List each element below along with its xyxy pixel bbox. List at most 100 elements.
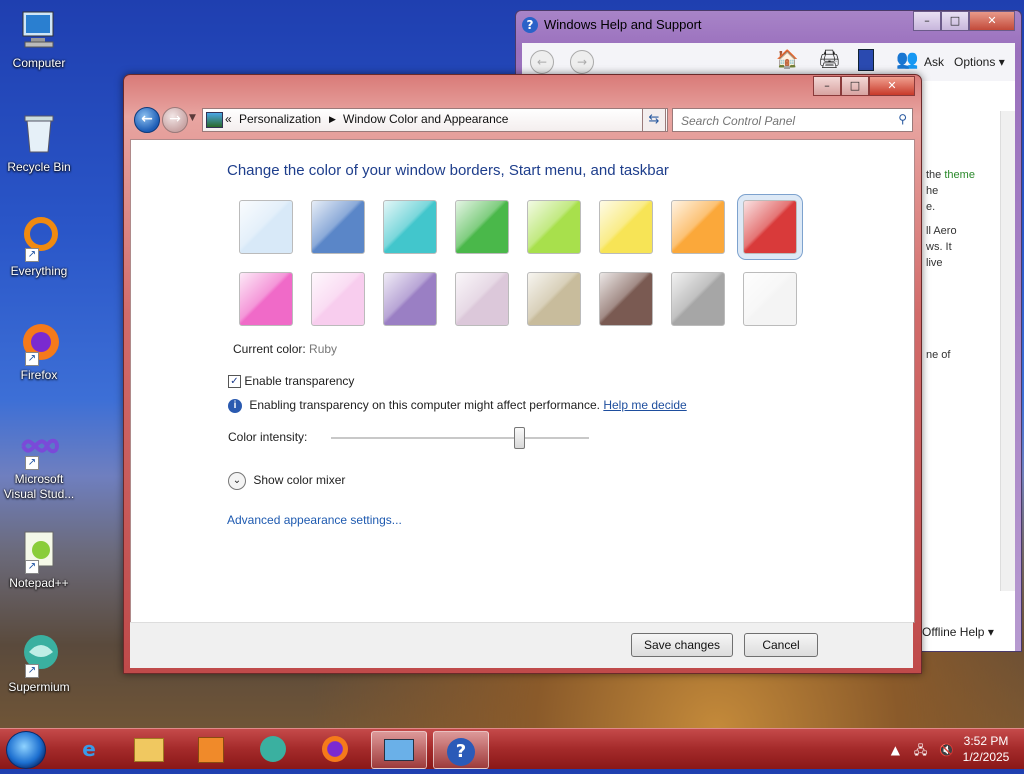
desktop-icon-computer[interactable]: Computer — [2, 8, 76, 71]
show-hidden-icons-icon[interactable]: ▲ — [891, 743, 900, 757]
recent-pages-chevron-icon[interactable]: ▼ — [189, 113, 196, 123]
maximize-button[interactable]: □ — [841, 76, 869, 96]
color-swatch[interactable] — [455, 272, 509, 326]
transparency-info: i Enabling transparency on this computer… — [228, 398, 687, 413]
search-input[interactable] — [679, 111, 883, 131]
network-icon[interactable]: 🖧 — [914, 743, 927, 757]
breadcrumb-overflow-icon[interactable]: « — [225, 112, 232, 126]
show-color-mixer-label[interactable]: Show color mixer — [253, 473, 345, 487]
desktop-icon-recycle-bin[interactable]: Recycle Bin — [2, 112, 76, 175]
help-text-fragment: ws. It — [926, 241, 952, 253]
color-swatch[interactable] — [743, 272, 797, 326]
desktop-icon-notepad-plus-plus[interactable]: ↗ Notepad++ — [2, 528, 76, 591]
shortcut-arrow-icon: ↗ — [25, 664, 39, 678]
help-support-taskbar-icon[interactable]: ? — [433, 731, 489, 769]
media-player-icon[interactable] — [184, 731, 238, 767]
file-explorer-icon[interactable] — [122, 731, 176, 767]
search-icon[interactable]: ⚲ — [898, 112, 907, 126]
color-intensity-track[interactable] — [331, 437, 589, 440]
clock[interactable]: 3:52 PM 1/2/2025 — [954, 733, 1018, 765]
advanced-appearance-link[interactable]: Advanced appearance settings... — [227, 513, 402, 527]
breadcrumb-separator-icon[interactable]: ▶ — [329, 114, 336, 125]
close-button[interactable]: ✕ — [869, 76, 915, 96]
control-panel-taskbar-icon[interactable] — [371, 731, 427, 769]
chevron-down-icon[interactable]: ⌄ — [228, 472, 246, 490]
close-button[interactable]: ✕ — [969, 11, 1015, 31]
color-swatch[interactable] — [527, 272, 581, 326]
firefox-icon: ↗ — [17, 320, 61, 366]
desktop-icon-everything[interactable]: ↗ Everything — [2, 216, 76, 279]
shortcut-arrow-icon: ↗ — [25, 560, 39, 574]
maximize-button[interactable]: □ — [941, 11, 969, 31]
taskbar: e ? ▲ 🖧 🔇 3:52 PM 1/2/2025 — [0, 728, 1024, 769]
options-label: Options — [954, 55, 996, 69]
color-swatch[interactable] — [239, 272, 293, 326]
window-color-appearance-window[interactable]: – □ ✕ ← → ▼ « Personalization ▶ Window C… — [123, 74, 922, 674]
back-icon[interactable]: ← — [530, 50, 554, 74]
notepad-plus-plus-icon: ↗ — [17, 528, 61, 574]
back-button[interactable]: ← — [134, 107, 160, 133]
color-intensity-label: Color intensity: — [228, 430, 308, 444]
color-swatch[interactable] — [455, 200, 509, 254]
color-intensity-slider-thumb[interactable] — [514, 427, 526, 449]
color-swatch[interactable] — [599, 272, 653, 326]
help-text-fragment: live — [926, 257, 943, 269]
options-menu[interactable]: Options ▾ — [954, 55, 1005, 69]
control-panel-icon — [206, 112, 223, 128]
minimize-button[interactable]: – — [913, 11, 941, 31]
color-swatch[interactable] — [311, 272, 365, 326]
content-panel: Change the color of your window borders,… — [130, 139, 915, 623]
address-bar[interactable]: « Personalization ▶ Window Color and App… — [202, 108, 668, 132]
breadcrumb-window-color[interactable]: Window Color and Appearance — [343, 112, 508, 126]
ask-label[interactable]: Ask — [924, 55, 944, 69]
help-text-fragment: ll Aero — [926, 225, 957, 237]
supermium-taskbar-icon[interactable] — [246, 731, 300, 767]
home-icon[interactable]: 🏠 — [776, 49, 798, 70]
scrollbar[interactable] — [1000, 111, 1015, 591]
theme-link[interactable]: theme — [944, 169, 975, 181]
color-swatch[interactable] — [671, 200, 725, 254]
offline-help-menu[interactable]: Offline Help ▾ — [922, 625, 994, 639]
save-changes-button[interactable]: Save changes — [631, 633, 733, 657]
color-swatch[interactable] — [311, 200, 365, 254]
help-icon: ? — [522, 17, 538, 33]
desktop-icon-supermium[interactable]: ↗ Supermium — [2, 632, 76, 695]
color-swatch[interactable] — [239, 200, 293, 254]
chevron-down-icon: ▾ — [998, 55, 1005, 69]
enable-transparency-label[interactable]: Enable transparency — [244, 374, 354, 388]
shortcut-arrow-icon: ↗ — [25, 352, 39, 366]
cancel-button[interactable]: Cancel — [744, 633, 818, 657]
color-swatch[interactable] — [737, 194, 803, 260]
internet-explorer-icon[interactable]: e — [62, 731, 116, 767]
desktop-icon-label: Microsoft Visual Stud... — [3, 472, 75, 501]
start-button[interactable] — [6, 731, 46, 769]
desktop-icon-label: Computer — [12, 56, 66, 70]
search-box[interactable]: ⚲ — [672, 108, 913, 132]
shortcut-arrow-icon: ↗ — [25, 456, 39, 470]
enable-transparency-checkbox[interactable]: ✓ Enable transparency — [228, 374, 354, 389]
window-title: Windows Help and Support — [544, 17, 702, 32]
forward-button[interactable]: → — [162, 107, 188, 133]
color-swatch[interactable] — [599, 200, 653, 254]
checkbox-icon[interactable]: ✓ — [228, 375, 241, 389]
show-color-mixer-toggle[interactable]: ⌄ Show color mixer — [228, 472, 345, 490]
refresh-button[interactable]: ⇆ — [642, 108, 666, 132]
forward-icon[interactable]: → — [570, 50, 594, 74]
ask-icon[interactable]: 👥 — [896, 49, 918, 70]
volume-muted-icon[interactable]: 🔇 — [939, 743, 954, 757]
color-swatch[interactable] — [671, 272, 725, 326]
supermium-icon: ↗ — [17, 632, 61, 678]
print-icon[interactable]: 🖨 — [818, 49, 841, 70]
desktop-icon-firefox[interactable]: ↗ Firefox — [2, 320, 76, 383]
color-swatch[interactable] — [383, 272, 437, 326]
firefox-taskbar-icon[interactable] — [308, 731, 362, 767]
browse-help-icon[interactable] — [858, 49, 874, 71]
desktop-icon-visual-studio[interactable]: ↗ Microsoft Visual Stud... — [2, 424, 76, 502]
help-me-decide-link[interactable]: Help me decide — [603, 398, 686, 412]
minimize-button[interactable]: – — [813, 76, 841, 96]
color-swatch[interactable] — [527, 200, 581, 254]
current-color-label: Current color: — [233, 342, 306, 356]
color-swatch[interactable] — [383, 200, 437, 254]
desktop-icon-label: Notepad++ — [9, 576, 69, 590]
breadcrumb-personalization[interactable]: Personalization — [239, 112, 321, 126]
